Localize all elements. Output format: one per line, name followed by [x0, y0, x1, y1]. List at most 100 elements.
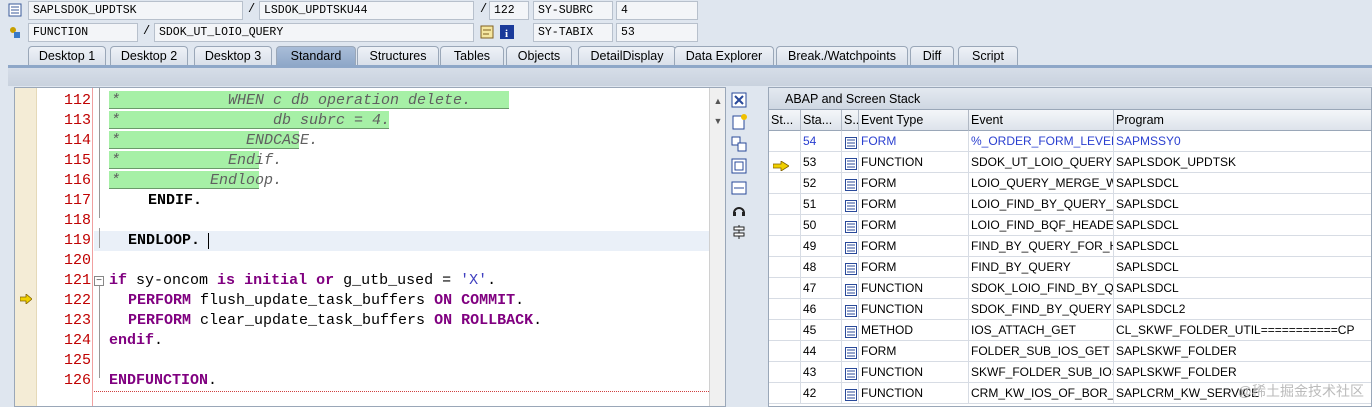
stack-icon-cell [842, 194, 859, 214]
stack-level-cell: 44 [801, 341, 842, 361]
tab-desktop-1[interactable]: Desktop 1 [28, 46, 106, 66]
vertical-scrollbar[interactable]: ▲ ▼ [709, 88, 725, 406]
source-code-icon [845, 261, 857, 277]
tab-standard[interactable]: Standard [276, 46, 356, 66]
column-header[interactable]: Event Type [859, 110, 969, 131]
fold-collapse-icon[interactable]: − [94, 276, 104, 286]
stack-marker-cell [769, 215, 801, 235]
stack-program-cell: SAPLSDCL [1114, 278, 1371, 298]
stack-level-cell: 47 [801, 278, 842, 298]
stack-event-cell: LOIO_FIND_BQF_HEADE... [969, 215, 1114, 235]
new-tool-icon[interactable] [730, 113, 748, 131]
tab-script[interactable]: Script [958, 46, 1018, 66]
code-line-114: * ENDCASE. [109, 131, 319, 149]
line-numbers: 112 113 114 115 116 117 118 119 120 121 122 123 124 1… [37, 88, 93, 406]
line-number: 125 [63, 352, 91, 369]
stack-row[interactable]: 53 FUNCTION SDOK_UT_LOIO_QUERY SAPLSDOK_UPD… [769, 152, 1371, 173]
stack-row[interactable]: 43 FUNCTION SKWF_FOLDER_SUB_IOS... SAPLSKWF… [769, 362, 1371, 383]
sysvar-name-field[interactable]: SY-TABIX [533, 23, 613, 42]
line-separator [94, 391, 709, 392]
column-header[interactable]: Sta... [801, 110, 842, 131]
event-type-field[interactable]: FUNCTION [28, 23, 138, 42]
column-header[interactable]: St... [769, 110, 801, 131]
stack-marker-cell [769, 383, 801, 403]
sysvar-value-field[interactable]: 53 [616, 23, 698, 42]
code-line-121: if sy-oncom is initial or g_utb_used = '… [109, 272, 497, 289]
info-icon[interactable]: i [500, 25, 514, 40]
column-header[interactable]: Program [1114, 110, 1371, 131]
code-area[interactable]: * WHEN c db operation delete. * db subrc… [94, 88, 709, 406]
close-icon[interactable] [730, 91, 748, 109]
stack-row[interactable]: 47 FUNCTION SDOK_LOIO_FIND_BY_Q... SAPLSDCL [769, 278, 1371, 299]
tab-desktop-2[interactable]: Desktop 2 [110, 46, 188, 66]
fold-guide [99, 228, 100, 248]
tab-data-explorer[interactable]: Data Explorer [674, 46, 774, 66]
stack-row[interactable]: 51 FORM LOIO_FIND_BY_QUERY_... SAPLSDCL [769, 194, 1371, 215]
stack-event-type-cell: FUNCTION [859, 362, 969, 382]
stack-icon-cell [842, 173, 859, 193]
tab-desktop-3[interactable]: Desktop 3 [194, 46, 272, 66]
stack-program-cell: SAPLSDCL2 [1114, 299, 1371, 319]
toolbar-strip [8, 68, 1372, 86]
stack-icon-cell [842, 383, 859, 403]
column-header[interactable]: S... [842, 110, 859, 131]
event-name-field[interactable]: SDOK_UT_LOIO_QUERY [154, 23, 474, 42]
stack-program-cell: SAPLSDCL [1114, 173, 1371, 193]
tab-detaildisplay[interactable]: DetailDisplay [578, 46, 676, 66]
tab-structures[interactable]: Structures [357, 46, 439, 66]
line-number: 113 [63, 112, 91, 129]
stack-icon-cell [842, 257, 859, 277]
stack-marker-cell [769, 257, 801, 277]
services-icon[interactable] [730, 201, 748, 219]
stack-program-cell: SAPLSDCL [1114, 236, 1371, 256]
source-editor[interactable]: 112 113 114 115 116 117 118 119 120 121 122 123 124 1… [14, 87, 726, 407]
stack-row[interactable]: 50 FORM LOIO_FIND_BQF_HEADE... SAPLSDCL [769, 215, 1371, 236]
stack-row[interactable]: 45 METHOD IOS_ATTACH_GET CL_SKWF_FOLDER_UTI… [769, 320, 1371, 341]
stack-row[interactable]: 46 FUNCTION SDOK_FIND_BY_QUERY SAPLSDCL2 [769, 299, 1371, 320]
maximize-icon[interactable] [730, 157, 748, 175]
line-field[interactable]: 122 [489, 1, 529, 20]
code-line-115: * Endif. [109, 151, 283, 169]
stack-toolbar [728, 87, 750, 257]
source-code-icon [845, 282, 857, 298]
source-code-icon [845, 219, 857, 235]
breakpoint-gutter[interactable] [15, 88, 37, 406]
source-code-icon [845, 345, 857, 361]
stack-program-cell: SAPMSSY0 [1114, 131, 1371, 151]
source-code-icon [845, 303, 857, 319]
stack-row[interactable]: 52 FORM LOIO_QUERY_MERGE_W... SAPLSDCL [769, 173, 1371, 194]
stack-row[interactable]: 49 FORM FIND_BY_QUERY_FOR_H... SAPLSDCL [769, 236, 1371, 257]
program-field[interactable]: SAPLSDOK_UPDTSK [28, 1, 243, 20]
stack-event-type-cell: FUNCTION [859, 278, 969, 298]
current-line-arrow-icon [19, 293, 33, 307]
settings-icon[interactable] [730, 223, 748, 241]
stack-program-cell: SAPLSDOK_UPDTSK [1114, 152, 1371, 172]
tab-tables[interactable]: Tables [440, 46, 504, 66]
stack-row[interactable]: 44 FORM FOLDER_SUB_IOS_GET SAPLSKWF_FOLDER [769, 341, 1371, 362]
scroll-down-icon[interactable]: ▼ [713, 116, 723, 126]
stack-level-cell: 54 [801, 131, 842, 151]
stack-marker-cell [769, 320, 801, 340]
stack-icon-cell [842, 341, 859, 361]
stack-level-cell: 50 [801, 215, 842, 235]
sysvar-name-field[interactable]: SY-SUBRC [533, 1, 613, 20]
stack-row[interactable]: 54 FORM %_ORDER_FORM_LEVEL SAPMSSY0 [769, 131, 1371, 152]
swap-tool-icon[interactable] [730, 135, 748, 153]
stack-event-type-cell: FORM [859, 257, 969, 277]
stack-event-type-cell: FUNCTION [859, 152, 969, 172]
include-field[interactable]: LSDOK_UPDTSKU44 [259, 1, 474, 20]
stack-program-cell: SAPLSDCL [1114, 257, 1371, 277]
stack-row[interactable]: 48 FORM FIND_BY_QUERY SAPLSDCL [769, 257, 1371, 278]
tab-diff[interactable]: Diff [910, 46, 954, 66]
column-header[interactable]: Event [969, 110, 1114, 131]
scroll-up-icon[interactable]: ▲ [713, 96, 723, 106]
resize-icon[interactable] [730, 179, 748, 197]
line-number: 122 [63, 292, 91, 309]
stack-icon-cell [842, 278, 859, 298]
sysvar-value-field[interactable]: 4 [616, 1, 698, 20]
tab-objects[interactable]: Objects [506, 46, 572, 66]
tab-break-watchpoints[interactable]: Break./Watchpoints [776, 46, 908, 66]
code-line-116: * Endloop. [109, 171, 283, 189]
stack-event-cell: LOIO_FIND_BY_QUERY_... [969, 194, 1114, 214]
where-used-icon[interactable] [480, 25, 494, 39]
